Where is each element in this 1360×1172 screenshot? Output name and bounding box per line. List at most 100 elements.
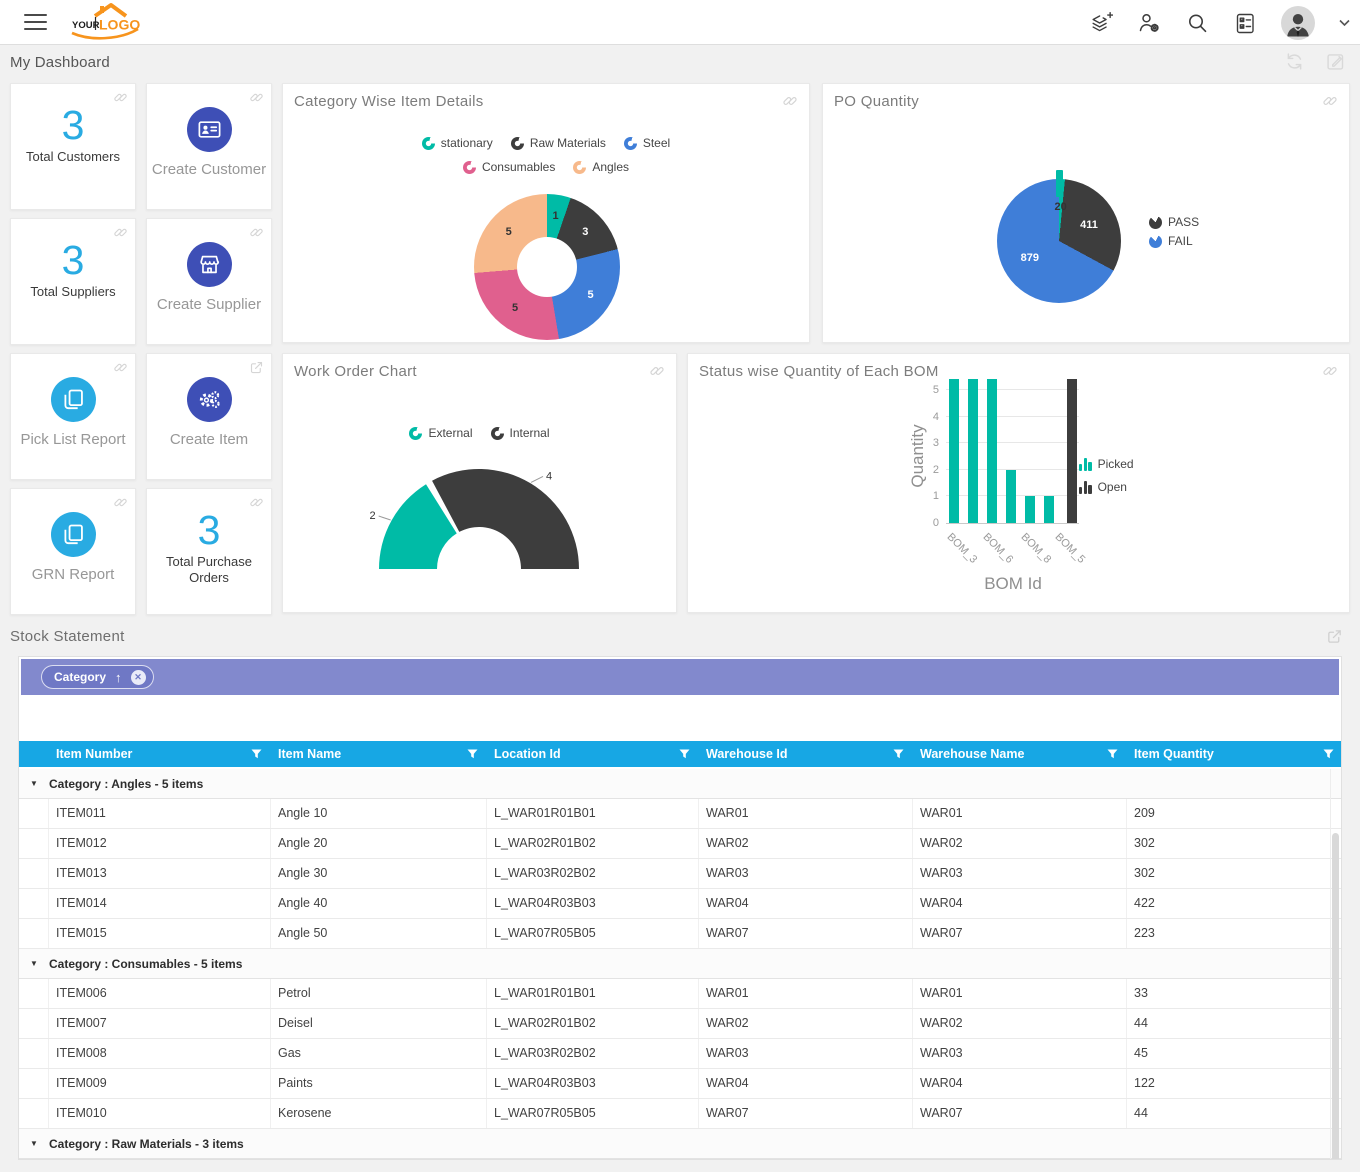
link-icon[interactable] [1322,93,1338,109]
link-icon[interactable] [782,93,798,109]
card-label: Total Customers [11,149,135,165]
scrollbar-thumb[interactable] [1332,833,1339,1160]
table-cell: L_WAR04R03B03 [487,1069,699,1098]
legend-item[interactable]: Picked [1079,457,1134,471]
link-icon[interactable] [649,363,665,379]
menu-icon[interactable] [24,14,47,34]
group-row[interactable]: ▼Category : Consumables - 5 items [19,949,1342,979]
column-header-item-number[interactable]: Item Number [49,741,271,767]
card-total-customers[interactable]: 3 Total Customers [10,83,136,210]
pie-chart [997,179,1121,303]
table-cell: WAR02 [699,829,913,858]
edit-icon[interactable] [1325,51,1346,72]
link-icon[interactable] [1322,363,1338,379]
card-create-supplier[interactable]: Create Supplier [146,218,272,345]
chevron-down-icon[interactable] [1339,19,1350,27]
group-row[interactable]: ▼Category : Angles - 5 items [19,769,1342,799]
column-header-location-id[interactable]: Location Id [487,741,699,767]
refresh-icon[interactable] [1284,51,1305,72]
cring-marker [491,427,504,440]
filter-icon[interactable] [1107,749,1118,759]
group-by-bar[interactable]: Category ↑ ✕ [21,659,1339,695]
table-row[interactable]: ITEM011Angle 10L_WAR01R01B01WAR01WAR0120… [19,799,1342,829]
group-chip-category[interactable]: Category ↑ ✕ [41,665,154,689]
legend-item[interactable]: Angles [573,160,629,174]
column-header-label: Warehouse Id [706,747,788,761]
table-row[interactable]: ITEM008GasL_WAR03R02B02WAR03WAR0345 [19,1039,1342,1069]
legend-item[interactable]: Raw Materials [511,136,606,150]
table-row[interactable]: ITEM010KeroseneL_WAR07R05B05WAR07WAR0744 [19,1099,1342,1129]
layers-add-icon[interactable] [1089,11,1113,35]
semi-donut-chart: 24 [283,444,678,612]
chart-legend: Consumables Angles [283,160,809,174]
legend-item[interactable]: Open [1079,480,1127,494]
card-create-item[interactable]: Create Item [146,353,272,480]
legend-item[interactable]: External [409,426,472,440]
legend-item[interactable]: Steel [624,136,670,150]
filter-icon[interactable] [251,749,262,759]
card-total-purchase-orders[interactable]: 3 Total Purchase Orders [146,488,272,615]
card-total-suppliers[interactable]: 3 Total Suppliers [10,218,136,345]
slice-value-label: 4 [546,470,552,482]
column-header-warehouse-id[interactable]: Warehouse Id [699,741,913,767]
table-cell: 45 [1127,1039,1342,1068]
sort-arrow-up-icon[interactable]: ↑ [115,671,122,684]
external-link-icon [249,360,264,375]
legend-item[interactable]: stationary [422,136,493,150]
bmark-marker [1079,458,1092,471]
link-icon [249,495,264,510]
table-header-row: Item NumberItem NameLocation Id Warehouse… [19,741,1342,767]
table-cell: WAR04 [913,889,1127,918]
table-cell: Kerosene [271,1099,487,1128]
group-row[interactable]: ▼Category : Raw Materials - 3 items [19,1129,1342,1159]
legend-item[interactable]: PASS [1149,215,1199,229]
cring-marker [463,161,476,174]
table-row[interactable]: ITEM009PaintsL_WAR04R03B03WAR04WAR04122 [19,1069,1342,1099]
collapse-arrow-icon[interactable]: ▼ [19,959,49,968]
table-row[interactable]: ITEM006PetrolL_WAR01R01B01WAR01WAR0133 [19,979,1342,1009]
cring-marker [573,161,586,174]
card-create-customer[interactable]: Create Customer [146,83,272,210]
legend-label: PASS [1168,215,1199,229]
table-cell: ITEM012 [49,829,271,858]
search-icon[interactable] [1185,11,1209,35]
collapse-arrow-icon[interactable]: ▼ [19,779,49,788]
filter-icon[interactable] [893,749,904,759]
legend-item[interactable]: FAIL [1149,234,1193,248]
filter-icon[interactable] [467,749,478,759]
slice-value-label: 5 [506,226,512,238]
table-row[interactable]: ITEM013Angle 30L_WAR03R02B02WAR03WAR0330… [19,859,1342,889]
external-link-icon[interactable] [1326,628,1343,645]
table-row[interactable]: ITEM015Angle 50L_WAR07R05B05WAR07WAR0722… [19,919,1342,949]
column-header-item-name[interactable]: Item Name [271,741,487,767]
table-cell: ITEM010 [49,1099,271,1128]
legend-item[interactable]: Consumables [463,160,555,174]
chip-close-icon[interactable]: ✕ [131,670,146,685]
cring-marker [511,137,524,150]
user-settings-icon[interactable] [1137,11,1161,35]
collapse-arrow-icon[interactable]: ▼ [19,1139,49,1148]
column-header-item-quantity[interactable]: Item Quantity [1127,741,1342,767]
gauge-slice [432,469,579,569]
table-cell: ITEM011 [49,799,271,828]
card-pick-list-report[interactable]: Pick List Report [10,353,136,480]
card-label: Create Supplier [147,296,271,313]
table-row[interactable]: ITEM012Angle 20L_WAR02R01B02WAR02WAR0230… [19,829,1342,859]
column-header-warehouse-name[interactable]: Warehouse Name [913,741,1127,767]
table-cell: L_WAR01R01B01 [487,799,699,828]
table-row[interactable]: ITEM014Angle 40L_WAR04R03B03WAR04WAR0442… [19,889,1342,919]
card-grn-report[interactable]: GRN Report [10,488,136,615]
table-row[interactable]: ITEM007DeiselL_WAR02R01B02WAR02WAR0244 [19,1009,1342,1039]
avatar[interactable] [1281,6,1315,40]
legend-item[interactable]: Internal [491,426,550,440]
table-cell: ITEM009 [49,1069,271,1098]
filter-icon[interactable] [1323,749,1334,759]
bmark-marker [1079,481,1092,494]
pac-marker [1149,235,1162,248]
filter-icon[interactable] [679,749,690,759]
app-logo[interactable]: YOUR LOGO [66,1,150,49]
link-icon [113,90,128,105]
header-spacer-cell [19,741,49,767]
task-list-icon[interactable] [1233,11,1257,35]
y-tick-label: 1 [933,490,939,502]
